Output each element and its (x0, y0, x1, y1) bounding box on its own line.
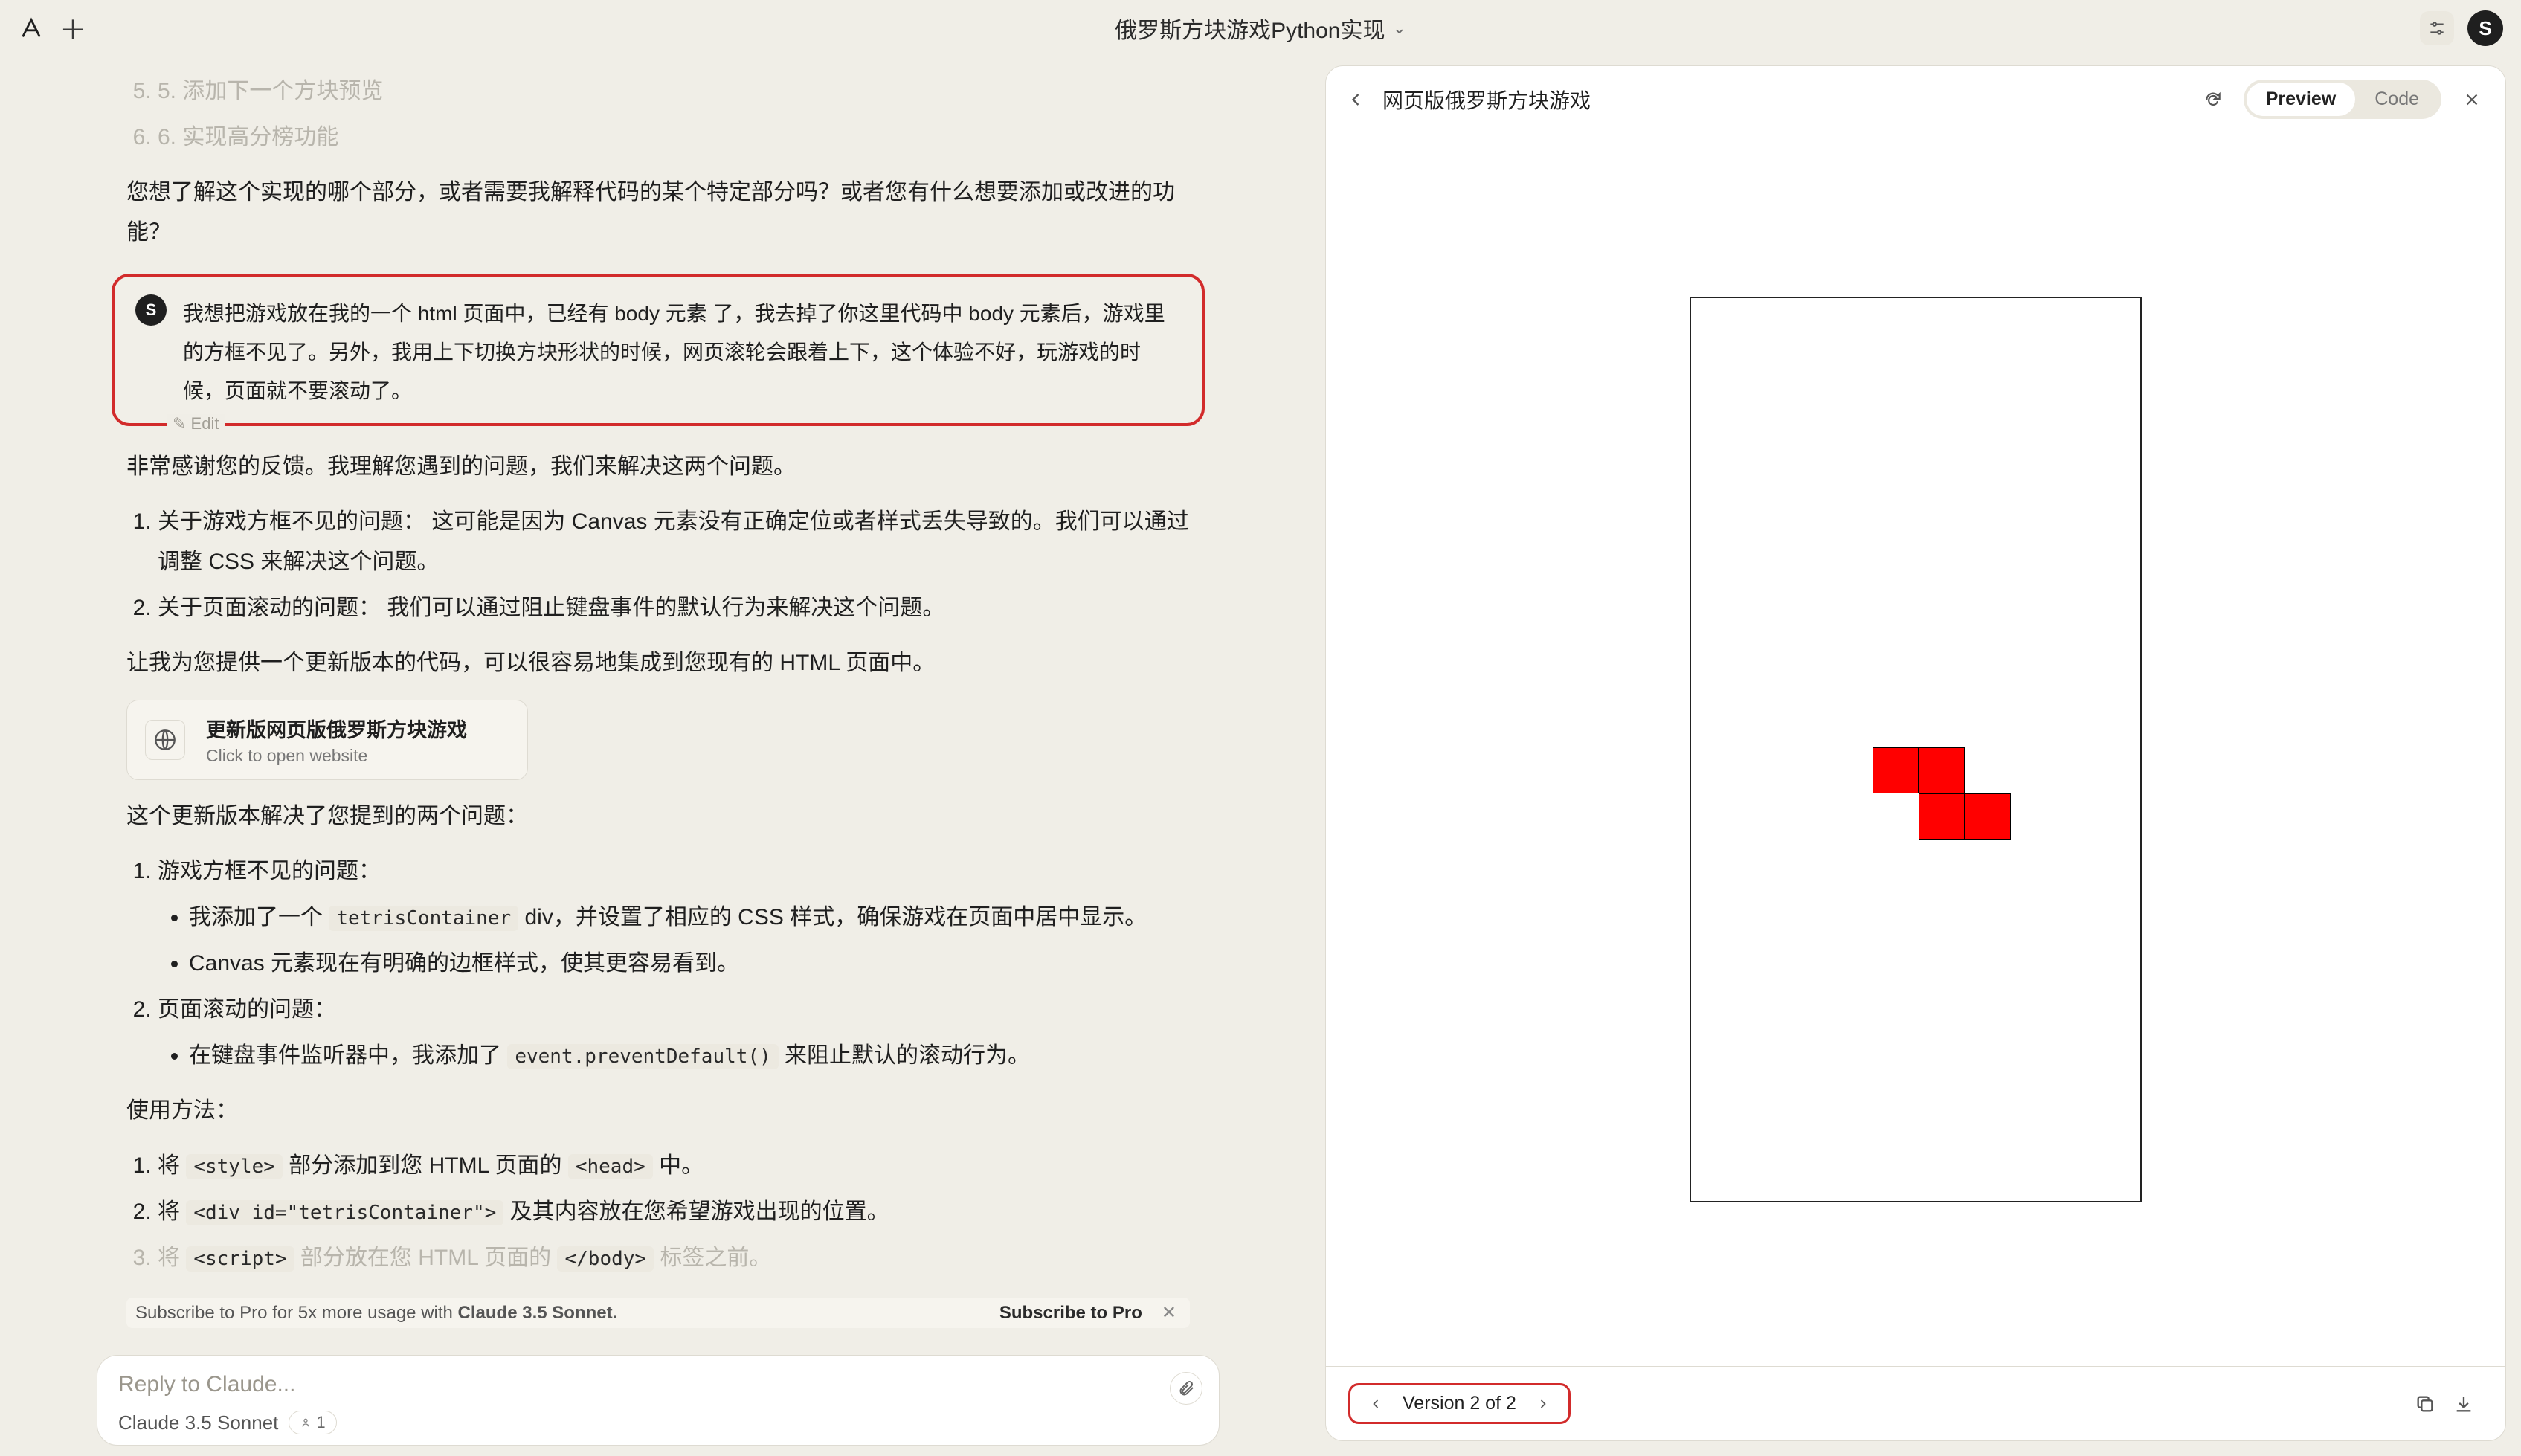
assistant-text: 您想了解这个实现的哪个部分，或者需要我解释代码的某个特定部分吗？或者您有什么想要… (126, 173, 1190, 253)
anthropic-logo[interactable] (18, 15, 45, 42)
artifact-title: 更新版网页版俄罗斯方块游戏 (206, 714, 467, 743)
edit-message-button[interactable]: ✎ Edit (167, 414, 225, 434)
reply-placeholder: Reply to Claude... (118, 1372, 1198, 1397)
attach-button[interactable] (1170, 1372, 1202, 1405)
assistant-text: 非常感谢您的反馈。我理解您遇到的问题，我们来解决这两个问题。 (126, 447, 1190, 487)
code-inline: <head> (568, 1154, 653, 1179)
version-label: Version 2 of 2 (1403, 1393, 1516, 1414)
assistant-text: 使用方法： (126, 1091, 1190, 1131)
preview-code-toggle: Preview Code (2244, 80, 2441, 119)
code-inline: tetrisContainer (329, 906, 518, 931)
list-item: 页面滚动的问题： 在键盘事件监听器中，我添加了 event.preventDef… (158, 990, 1190, 1076)
list-item: 将 <style> 部分添加到您 HTML 页面的 <head> 中。 (158, 1146, 1190, 1186)
user-avatar-small: S (135, 294, 167, 326)
tetris-canvas[interactable] (1690, 297, 2142, 1202)
close-icon[interactable]: ✕ (1157, 1303, 1181, 1323)
list-item: Canvas 元素现在有明确的边框样式，使其更容易看到。 (189, 944, 1190, 984)
reply-box[interactable]: Reply to Claude... Claude 3.5 Sonnet 1 (97, 1355, 1220, 1446)
artifact-subtitle: Click to open website (206, 746, 467, 766)
tab-preview[interactable]: Preview (2247, 83, 2356, 116)
conversation-title-dropdown[interactable]: 俄罗斯方块游戏Python实现 ⌄ (1115, 12, 1406, 45)
artifact-title: 网页版俄罗斯方块游戏 (1382, 85, 1591, 115)
prev-version-button[interactable] (1368, 1397, 1383, 1411)
code-inline: event.preventDefault() (507, 1044, 778, 1069)
subscribe-banner: Subscribe to Pro for 5x more usage with … (126, 1298, 1190, 1328)
artifact-preview (1326, 132, 2505, 1366)
list-item: 关于游戏方框不见的问题： 这可能是因为 Canvas 元素没有正确定位或者样式丢… (158, 502, 1190, 582)
code-inline: <style> (186, 1154, 283, 1179)
chevron-down-icon: ⌄ (1392, 19, 1406, 38)
list-item: 游戏方框不见的问题： 我添加了一个 tetrisContainer div，并设… (158, 851, 1190, 984)
next-version-button[interactable] (1536, 1397, 1551, 1411)
assistant-text: 让我为您提供一个更新版本的代码，可以很容易地集成到您现有的 HTML 页面中。 (126, 643, 1190, 683)
subscribe-link[interactable]: Subscribe to Pro (999, 1303, 1142, 1323)
new-chat-button[interactable]: ＋ (59, 15, 86, 42)
model-label[interactable]: Claude 3.5 Sonnet (118, 1411, 278, 1434)
copy-button[interactable] (2406, 1394, 2444, 1414)
code-inline: <script> (186, 1246, 294, 1272)
token-badge[interactable]: 1 (289, 1411, 336, 1434)
tab-code[interactable]: Code (2355, 83, 2438, 116)
globe-icon (145, 720, 185, 760)
user-message-text: 我想把游戏放在我的一个 html 页面中，已经有 body 元素 了，我去掉了你… (183, 294, 1181, 410)
list-item: 我添加了一个 tetrisContainer div，并设置了相应的 CSS 样… (189, 898, 1190, 938)
back-button[interactable] (1345, 89, 1366, 110)
user-avatar[interactable]: S (2467, 10, 2503, 46)
list-item: 6. 实现高分榜功能 (158, 117, 1190, 158)
close-icon[interactable] (2458, 90, 2486, 109)
settings-button[interactable] (2420, 11, 2454, 45)
list-item: 将 <script> 部分放在您 HTML 页面的 </body> 标签之前。 (158, 1238, 1190, 1278)
artifact-card[interactable]: 更新版网页版俄罗斯方块游戏 Click to open website (126, 700, 528, 780)
user-message: S 我想把游戏放在我的一个 html 页面中，已经有 body 元素 了，我去掉… (112, 274, 1205, 426)
conversation-title: 俄罗斯方块游戏Python实现 (1115, 12, 1385, 45)
list-item: 在键盘事件监听器中，我添加了 event.preventDefault() 来阻… (189, 1036, 1190, 1076)
code-inline: </body> (557, 1246, 654, 1272)
list-item: 5. 添加下一个方块预览 (158, 71, 1190, 112)
list-item: 关于页面滚动的问题： 我们可以通过阻止键盘事件的默认行为来解决这个问题。 (158, 588, 1190, 628)
list-item: 将 <div id="tetrisContainer"> 及其内容放在您希望游戏… (158, 1192, 1190, 1232)
download-button[interactable] (2444, 1394, 2483, 1414)
reload-button[interactable] (2199, 90, 2227, 109)
code-inline: <div id="tetrisContainer"> (186, 1200, 503, 1225)
version-selector: Version 2 of 2 (1348, 1383, 1571, 1424)
assistant-text: 这个更新版本解决了您提到的两个问题： (126, 796, 1190, 837)
